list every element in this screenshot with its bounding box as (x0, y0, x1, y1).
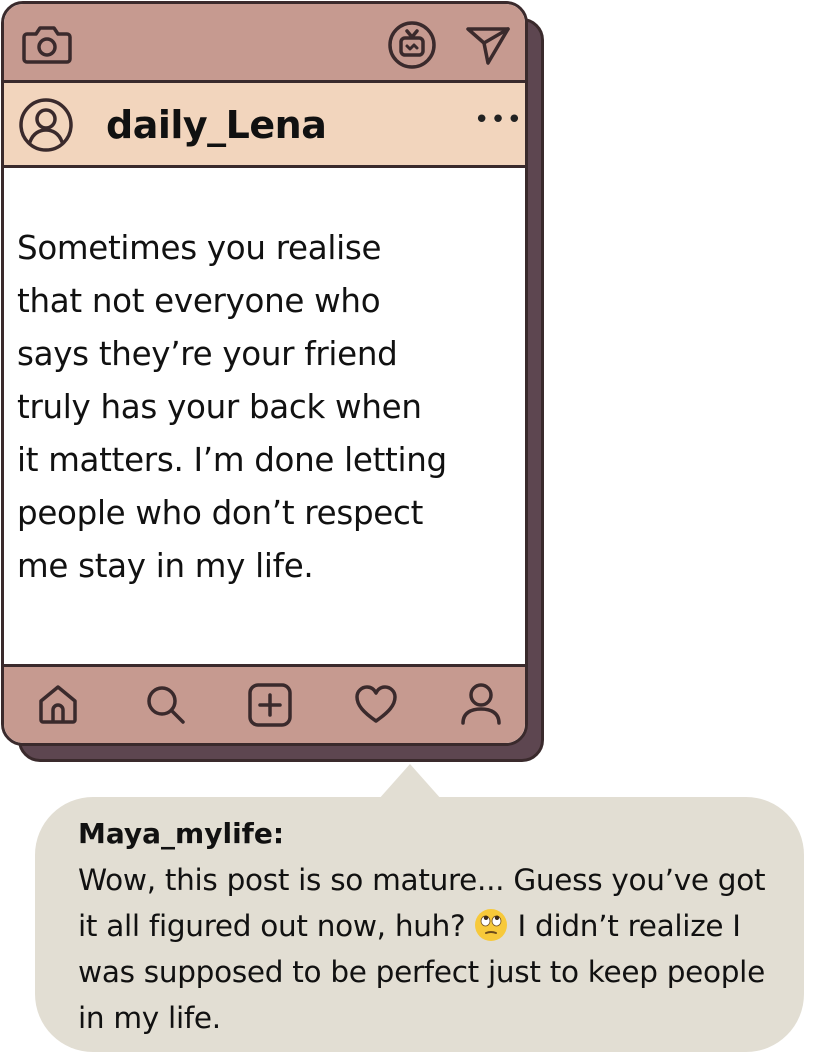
post-content: Sometimes you realise that not everyone … (4, 168, 525, 669)
home-icon[interactable] (36, 683, 80, 725)
bottom-nav (4, 664, 525, 743)
camera-icon[interactable] (22, 22, 72, 66)
phone-frame: daily_Lena ••• Sometimes you realise tha… (1, 1, 528, 746)
post-text: Sometimes you realise that not everyone … (17, 229, 447, 585)
more-options-icon[interactable]: ••• (474, 105, 523, 135)
send-icon[interactable] (464, 23, 512, 67)
heart-icon[interactable] (353, 684, 399, 724)
post-username[interactable]: daily_Lena (106, 103, 327, 147)
comment-author[interactable]: Maya_mylife: (78, 817, 284, 850)
comment-text: Wow, this post is so mature... Guess you… (78, 857, 778, 1041)
comment-bubble: Maya_mylife: Wow, this post is so mature… (35, 797, 804, 1052)
avatar-icon[interactable] (18, 97, 74, 153)
search-icon[interactable] (143, 682, 187, 726)
top-bar (4, 4, 525, 83)
profile-icon[interactable] (458, 681, 504, 727)
igtv-icon[interactable] (386, 19, 438, 71)
rolling-eyes-emoji-icon (474, 908, 508, 942)
add-post-icon[interactable] (247, 682, 293, 728)
comment-bubble-tail (378, 764, 442, 800)
post-header: daily_Lena ••• (4, 83, 525, 168)
